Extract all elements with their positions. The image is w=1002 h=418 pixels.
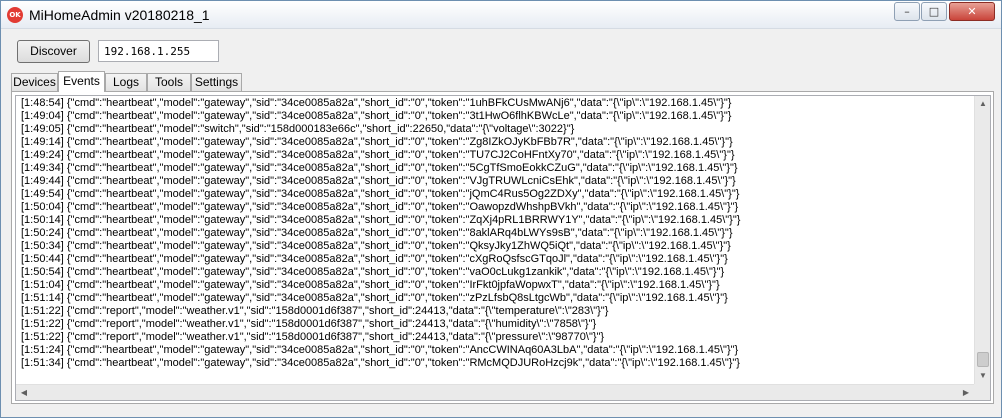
events-log-lines: [1:48:54] {"cmd":"heartbeat","model":"ga… — [21, 97, 969, 379]
event-line: [1:49:24] {"cmd":"heartbeat","model":"ga… — [21, 149, 735, 161]
tab-tools[interactable]: Tools — [147, 73, 191, 91]
tab-events[interactable]: Events — [58, 71, 105, 92]
event-line: [1:48:54] {"cmd":"heartbeat","model":"ga… — [21, 97, 732, 109]
event-line: [1:49:34] {"cmd":"heartbeat","model":"ga… — [21, 162, 738, 174]
event-line: [1:51:24] {"cmd":"heartbeat","model":"ga… — [21, 344, 739, 356]
vertical-scrollbar[interactable]: ▲ ▼ — [974, 96, 990, 384]
scroll-right-arrow-icon[interactable]: ▶ — [958, 385, 974, 400]
scroll-left-arrow-icon[interactable]: ◀ — [16, 385, 32, 400]
event-line: [1:49:44] {"cmd":"heartbeat","model":"ga… — [21, 175, 736, 187]
app-window: OK MiHomeAdmin v20180218_1 – □ ✕ Discove… — [0, 0, 1002, 418]
event-line: [1:49:14] {"cmd":"heartbeat","model":"ga… — [21, 136, 733, 148]
tab-logs[interactable]: Logs — [105, 73, 147, 91]
event-line: [1:50:54] {"cmd":"heartbeat","model":"ga… — [21, 266, 725, 278]
window-title: MiHomeAdmin v20180218_1 — [29, 7, 210, 23]
close-button[interactable]: ✕ — [949, 2, 995, 21]
scroll-down-arrow-icon[interactable]: ▼ — [975, 368, 990, 384]
horizontal-scrollbar[interactable]: ◀ ▶ — [16, 384, 974, 400]
events-log-textbox[interactable]: [1:48:54] {"cmd":"heartbeat","model":"ga… — [15, 95, 991, 401]
event-line: [1:50:44] {"cmd":"heartbeat","model":"ga… — [21, 253, 728, 265]
event-line: [1:50:34] {"cmd":"heartbeat","model":"ga… — [21, 240, 731, 252]
event-line: [1:51:22] {"cmd":"report","model":"weath… — [21, 331, 605, 343]
vertical-scroll-thumb[interactable] — [977, 352, 989, 367]
event-line: [1:51:14] {"cmd":"heartbeat","model":"ga… — [21, 292, 728, 304]
event-line: [1:51:04] {"cmd":"heartbeat","model":"ga… — [21, 279, 720, 291]
tab-devices[interactable]: Devices — [11, 73, 58, 91]
event-line: [1:50:04] {"cmd":"heartbeat","model":"ga… — [21, 201, 739, 213]
maximize-button[interactable]: □ — [921, 2, 947, 21]
event-line: [1:51:22] {"cmd":"report","model":"weath… — [21, 318, 597, 330]
scrollbar-corner — [974, 384, 990, 400]
event-line: [1:51:22] {"cmd":"report","model":"weath… — [21, 305, 609, 317]
event-line: [1:50:24] {"cmd":"heartbeat","model":"ga… — [21, 227, 733, 239]
minimize-button[interactable]: – — [894, 2, 920, 21]
events-panel: [1:48:54] {"cmd":"heartbeat","model":"ga… — [11, 91, 994, 404]
app-logo-icon: OK — [7, 7, 23, 23]
event-line: [1:49:54] {"cmd":"heartbeat","model":"ga… — [21, 188, 740, 200]
tab-settings[interactable]: Settings — [191, 73, 242, 91]
client-area: Discover Devices Events Logs Tools Setti… — [8, 30, 995, 412]
event-line: [1:51:34] {"cmd":"heartbeat","model":"ga… — [21, 357, 740, 369]
title-bar[interactable]: OK MiHomeAdmin v20180218_1 – □ ✕ — [1, 1, 1001, 29]
discover-button[interactable]: Discover — [17, 40, 90, 63]
event-line: [1:49:04] {"cmd":"heartbeat","model":"ga… — [21, 110, 732, 122]
event-line: [1:50:14] {"cmd":"heartbeat","model":"ga… — [21, 214, 741, 226]
scroll-up-arrow-icon[interactable]: ▲ — [975, 96, 990, 112]
event-line: [1:49:05] {"cmd":"heartbeat","model":"sw… — [21, 123, 575, 135]
broadcast-ip-input[interactable] — [98, 40, 219, 62]
